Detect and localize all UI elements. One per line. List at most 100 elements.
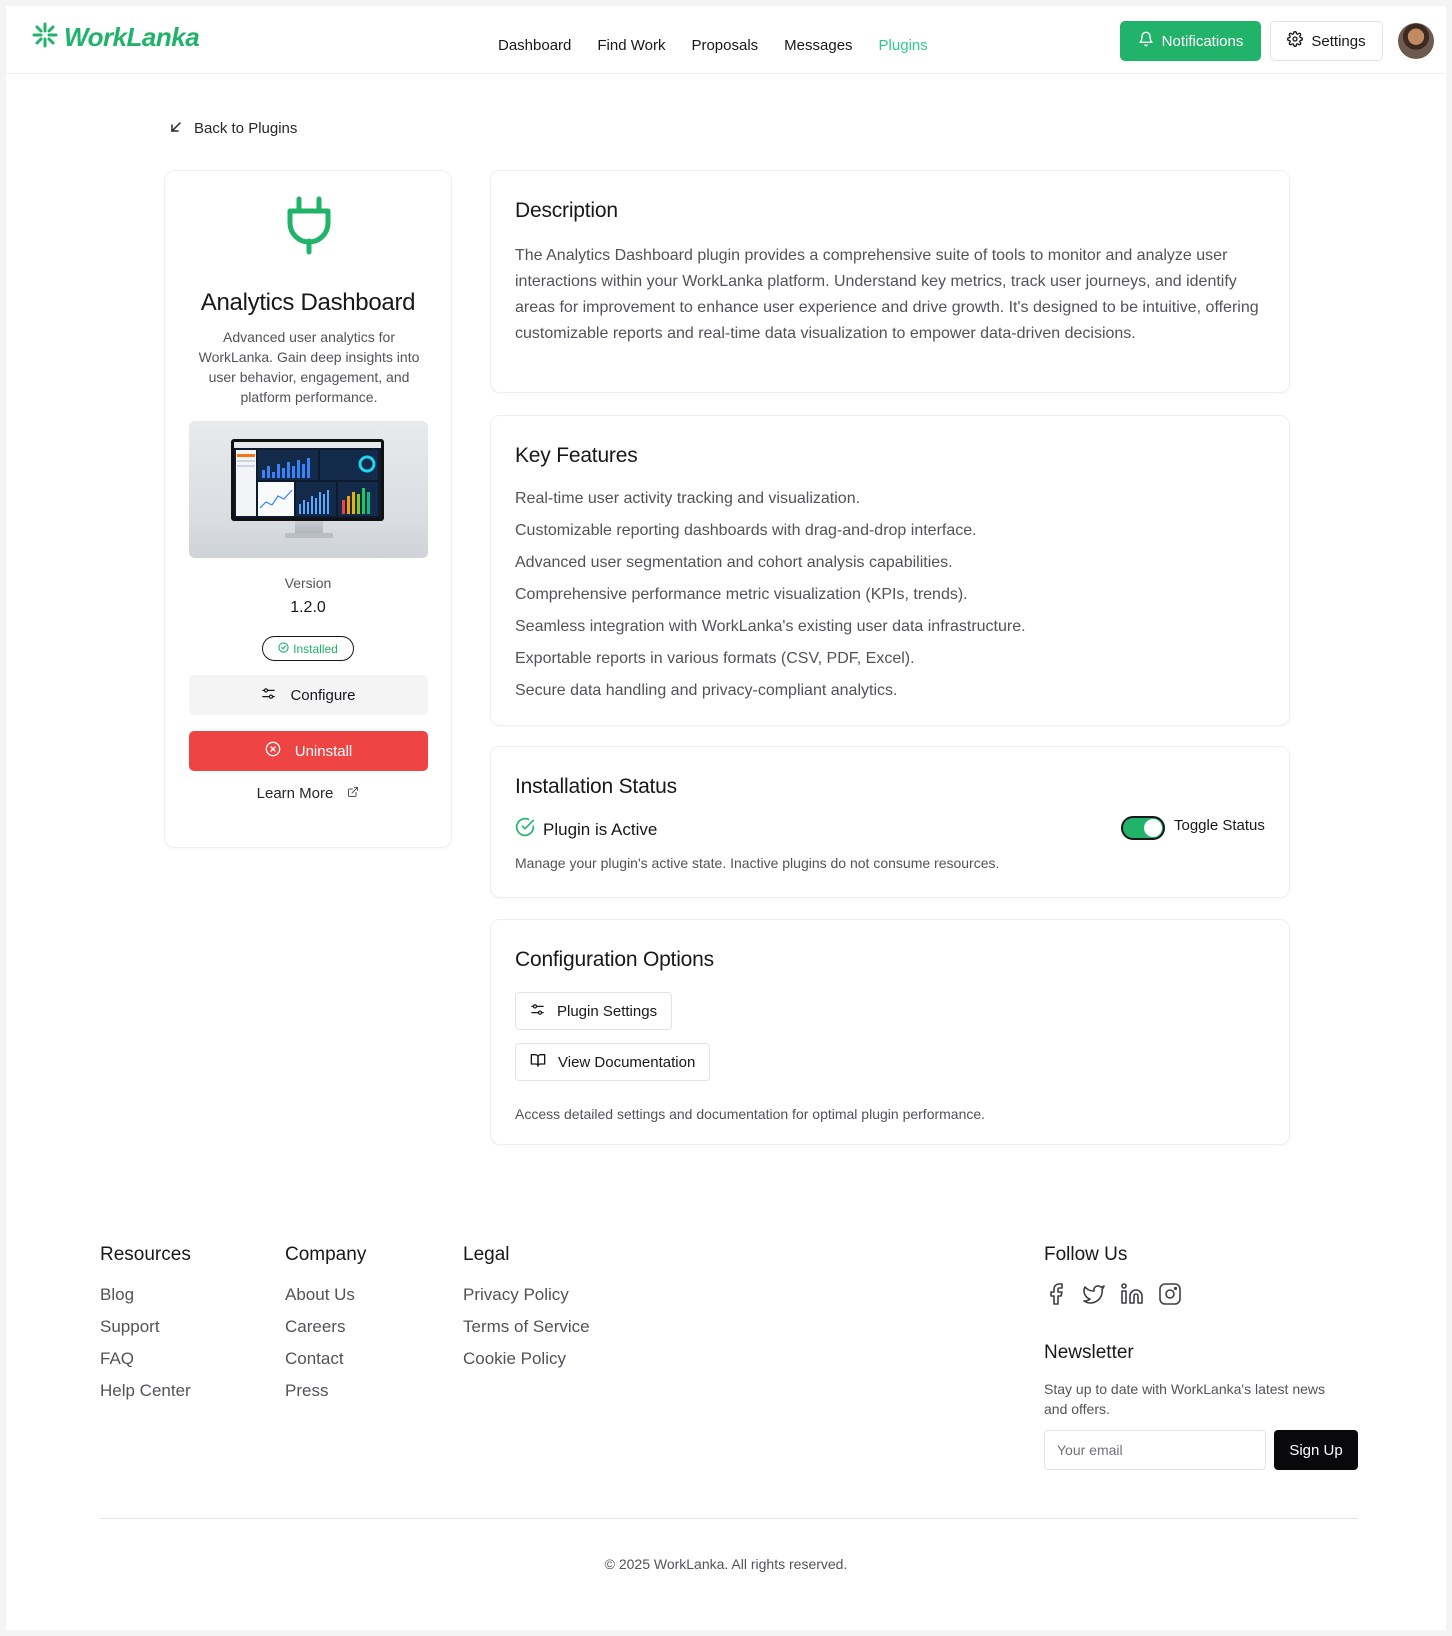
footer-resources-title: Resources bbox=[100, 1244, 191, 1265]
view-documentation-label: View Documentation bbox=[558, 1053, 696, 1071]
footer-link-cookie-policy[interactable]: Cookie Policy bbox=[463, 1348, 590, 1380]
follow-us-title: Follow Us bbox=[1044, 1244, 1128, 1265]
nav-plugins[interactable]: Plugins bbox=[879, 37, 928, 54]
brand-logo[interactable]: WorkLanka bbox=[32, 22, 200, 53]
check-circle-icon bbox=[278, 641, 289, 656]
settings-button[interactable]: Settings bbox=[1270, 21, 1383, 61]
footer-link-contact[interactable]: Contact bbox=[285, 1348, 366, 1380]
nav-find-work[interactable]: Find Work bbox=[597, 37, 665, 54]
footer-link-terms-of-service[interactable]: Terms of Service bbox=[463, 1316, 590, 1348]
main-nav: Dashboard Find Work Proposals Messages P… bbox=[498, 37, 928, 54]
sliders-icon bbox=[261, 686, 276, 705]
nav-messages[interactable]: Messages bbox=[784, 37, 852, 54]
footer-legal-title: Legal bbox=[463, 1244, 510, 1265]
instagram-icon[interactable] bbox=[1158, 1282, 1182, 1311]
monitor-base bbox=[285, 533, 333, 538]
user-avatar[interactable] bbox=[1398, 23, 1434, 59]
description-text: The Analytics Dashboard plugin provides … bbox=[515, 247, 1259, 342]
brand-name: WorkLanka bbox=[64, 22, 200, 52]
sign-up-button[interactable]: Sign Up bbox=[1274, 1430, 1358, 1470]
nav-dashboard[interactable]: Dashboard bbox=[498, 37, 571, 54]
installation-note: Manage your plugin's active state. Inact… bbox=[515, 855, 1000, 871]
version-label: Version bbox=[284, 575, 332, 591]
top-navbar: WorkLanka Dashboard Find Work Proposals … bbox=[6, 6, 1446, 74]
nav-proposals[interactable]: Proposals bbox=[691, 37, 758, 54]
feature-item: Real-time user activity tracking and vis… bbox=[515, 490, 861, 507]
version-value: 1.2.0 bbox=[290, 599, 326, 616]
copyright-text: © 2025 WorkLanka. All rights reserved. bbox=[604, 1556, 848, 1572]
configure-label: Configure bbox=[290, 686, 356, 704]
footer-link-support[interactable]: Support bbox=[100, 1316, 191, 1348]
key-features-title: Key Features bbox=[515, 444, 638, 467]
toggle-status-label: Toggle Status bbox=[1174, 817, 1265, 834]
sparkle-logo-icon bbox=[32, 22, 58, 53]
key-features-card: Key Features Real-time user activity tra… bbox=[490, 415, 1290, 726]
back-label: Back to Plugins bbox=[194, 120, 298, 137]
newsletter-title: Newsletter bbox=[1044, 1342, 1134, 1363]
arrow-down-left-icon bbox=[170, 120, 182, 137]
footer-link-help-center[interactable]: Help Center bbox=[100, 1380, 191, 1412]
description-card: Description The Analytics Dashboard plug… bbox=[490, 170, 1290, 393]
linkedin-icon[interactable] bbox=[1120, 1282, 1144, 1311]
uninstall-label: Uninstall bbox=[294, 742, 353, 760]
features-list: Real-time user activity tracking and vis… bbox=[515, 488, 1026, 712]
book-open-icon bbox=[530, 1052, 546, 1072]
configure-button[interactable]: Configure bbox=[189, 675, 428, 715]
plugin-preview-image bbox=[189, 421, 428, 558]
feature-item: Seamless integration with WorkLanka's ex… bbox=[515, 618, 1026, 635]
notifications-label: Notifications bbox=[1161, 32, 1244, 50]
twitter-icon[interactable] bbox=[1082, 1282, 1106, 1311]
learn-more-label: Learn More bbox=[256, 785, 334, 802]
feature-item: Customizable reporting dashboards with d… bbox=[515, 522, 977, 539]
facebook-icon[interactable] bbox=[1044, 1282, 1068, 1311]
back-to-plugins-link[interactable]: Back to Plugins bbox=[170, 120, 297, 137]
footer-link-faq[interactable]: FAQ bbox=[100, 1348, 191, 1380]
description-title: Description bbox=[515, 199, 618, 222]
footer-link-privacy-policy[interactable]: Privacy Policy bbox=[463, 1284, 590, 1316]
social-links bbox=[1044, 1282, 1182, 1311]
footer-company: Company About Us Careers Contact Press bbox=[285, 1244, 366, 1412]
footer-company-title: Company bbox=[285, 1244, 367, 1265]
footer-divider bbox=[100, 1518, 1358, 1519]
installation-status-card: Installation Status Plugin is Active Tog… bbox=[490, 746, 1290, 898]
status-text: Plugin is Active bbox=[543, 819, 658, 839]
plugin-summary: Advanced user analytics for WorkLanka. G… bbox=[198, 329, 420, 405]
bell-icon bbox=[1138, 31, 1154, 51]
gear-icon bbox=[1287, 31, 1304, 51]
feature-item: Advanced user segmentation and cohort an… bbox=[515, 554, 953, 571]
uninstall-button[interactable]: Uninstall bbox=[189, 731, 428, 771]
view-documentation-button[interactable]: View Documentation bbox=[515, 1043, 711, 1081]
monitor-illustration bbox=[231, 439, 384, 521]
newsletter-text: Stay up to date with WorkLanka's latest … bbox=[1044, 1381, 1326, 1417]
footer-link-blog[interactable]: Blog bbox=[100, 1284, 191, 1316]
configuration-note: Access detailed settings and documentati… bbox=[515, 1106, 986, 1122]
external-link-icon bbox=[347, 785, 359, 802]
x-circle-icon bbox=[265, 741, 281, 761]
footer-link-careers[interactable]: Careers bbox=[285, 1316, 366, 1348]
page: WorkLanka Dashboard Find Work Proposals … bbox=[6, 6, 1446, 1630]
footer-resources: Resources Blog Support FAQ Help Center bbox=[100, 1244, 191, 1412]
plugin-settings-button[interactable]: Plugin Settings bbox=[515, 992, 673, 1030]
status-toggle-switch[interactable] bbox=[1121, 816, 1165, 840]
footer-link-about-us[interactable]: About Us bbox=[285, 1284, 366, 1316]
configuration-title: Configuration Options bbox=[515, 948, 714, 971]
sliders-icon bbox=[530, 1002, 545, 1021]
plugin-name: Analytics Dashboard bbox=[200, 289, 416, 316]
installation-status-title: Installation Status bbox=[515, 775, 677, 798]
plugin-summary-card: Analytics Dashboard Advanced user analyt… bbox=[164, 170, 452, 848]
plugin-settings-label: Plugin Settings bbox=[557, 1002, 658, 1020]
learn-more-link[interactable]: Learn More bbox=[165, 785, 451, 802]
feature-item: Exportable reports in various formats (C… bbox=[515, 650, 915, 667]
installed-status-badge: Installed bbox=[262, 636, 354, 661]
notifications-button[interactable]: Notifications bbox=[1120, 21, 1261, 61]
footer-legal: Legal Privacy Policy Terms of Service Co… bbox=[463, 1244, 590, 1380]
footer-follow: Follow Us bbox=[1044, 1244, 1127, 1284]
newsletter-email-input[interactable] bbox=[1044, 1430, 1266, 1470]
check-circle-icon bbox=[515, 817, 535, 842]
badge-label: Installed bbox=[293, 641, 338, 656]
plugin-active-status: Plugin is Active bbox=[515, 817, 657, 842]
plug-icon bbox=[281, 195, 337, 260]
configuration-options-card: Configuration Options Plugin Settings Vi… bbox=[490, 919, 1290, 1145]
footer-link-press[interactable]: Press bbox=[285, 1380, 366, 1412]
settings-label: Settings bbox=[1311, 32, 1366, 50]
